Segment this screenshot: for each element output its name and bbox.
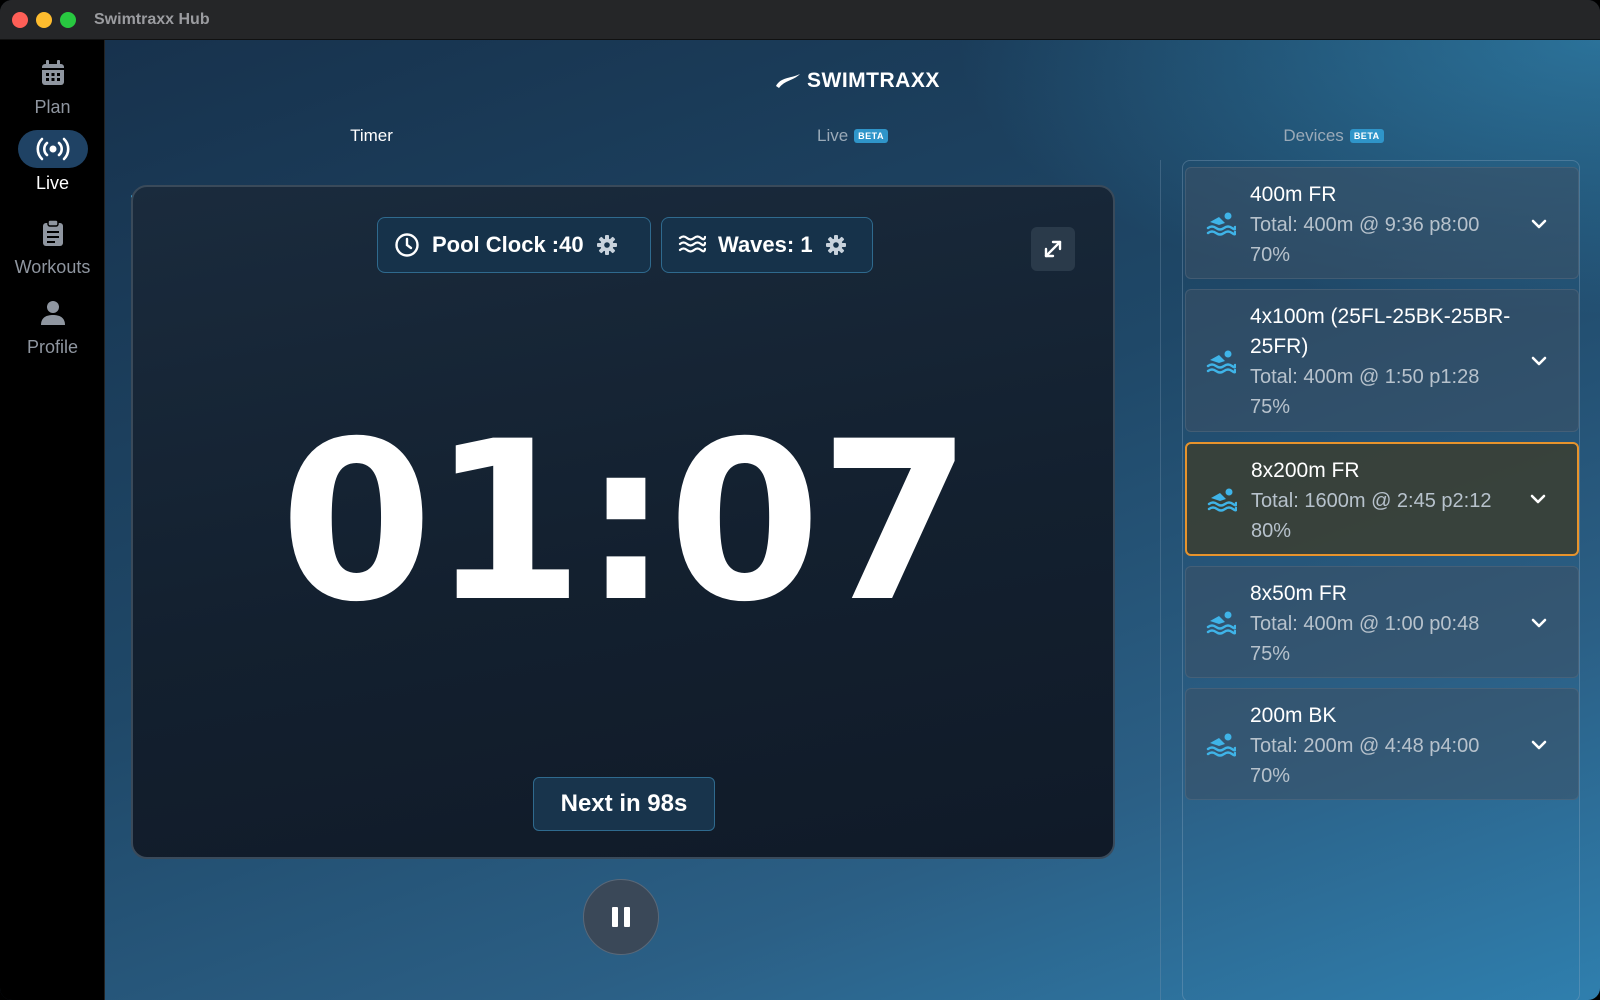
gear-icon[interactable] <box>596 234 618 256</box>
chevron-down-icon[interactable] <box>1529 490 1547 508</box>
swimmer-icon <box>1207 488 1237 512</box>
swimmer-icon <box>1206 611 1236 635</box>
pause-icon-bar <box>612 907 618 927</box>
clock-icon <box>395 233 419 257</box>
workout-set-text: 200m BK Total: 200m @ 4:48 p4:00 70% <box>1250 689 1520 803</box>
sidebar: Plan Live Workouts Profile <box>0 40 105 1000</box>
sidebar-item-label: Workouts <box>14 257 91 277</box>
gear-icon[interactable] <box>825 234 847 256</box>
maximize-window-button[interactable] <box>60 11 76 28</box>
countdown-timer: 01:07 <box>279 394 972 650</box>
broadcast-icon <box>17 130 88 168</box>
panel-divider <box>1160 160 1161 1000</box>
app-window: Swimtraxx Hub Plan Live Workouts Profile… <box>0 0 1600 1000</box>
next-interval-badge: Next in 98s <box>533 777 715 831</box>
clipboard-icon <box>18 214 88 252</box>
workout-set-detail: Total: 200m @ 4:48 p4:00 70% <box>1250 735 1480 787</box>
pool-clock-chip[interactable]: Pool Clock :40 <box>377 217 651 273</box>
sidebar-item-profile[interactable]: Profile <box>0 294 105 370</box>
tab-live[interactable]: Live BETA <box>612 115 1093 157</box>
tab-label: Timer <box>350 126 393 145</box>
workout-set-title: 4x100m (25FL-25BK-25BR-25FR) <box>1250 305 1511 358</box>
tab-label: Live <box>816 126 849 145</box>
minimize-window-button[interactable] <box>36 11 52 28</box>
beta-badge: BETA <box>854 129 889 143</box>
workout-set-title: 400m FR <box>1250 183 1337 206</box>
expand-icon <box>1044 240 1062 258</box>
timer-panel: Pool Clock :40 Waves: 1 01:07 Next in 98… <box>131 185 1115 859</box>
workout-set-item[interactable]: 400m FR Total: 400m @ 9:36 p8:00 70% <box>1185 167 1579 279</box>
workout-set-text: 8x50m FR Total: 400m @ 1:00 p0:48 75% <box>1250 567 1520 681</box>
chevron-down-icon[interactable] <box>1530 736 1548 754</box>
title-bar: Swimtraxx Hub <box>0 0 1600 40</box>
sidebar-item-plan[interactable]: Plan <box>0 54 105 130</box>
workout-set-title: 8x50m FR <box>1250 582 1347 605</box>
sidebar-item-workouts[interactable]: Workouts <box>0 214 105 290</box>
workout-set-item[interactable]: 200m BK Total: 200m @ 4:48 p4:00 70% <box>1185 688 1579 800</box>
pool-clock-label: Pool Clock :40 <box>432 232 584 257</box>
person-icon <box>18 294 88 332</box>
sidebar-item-live[interactable]: Live <box>0 130 105 206</box>
main-content: SWIMTRAXX Timer Live BETA Devices BETA P… <box>105 40 1600 1000</box>
beta-badge: BETA <box>1349 129 1384 143</box>
swimmer-icon <box>1206 212 1236 236</box>
waves-chip[interactable]: Waves: 1 <box>661 217 873 273</box>
chevron-down-icon[interactable] <box>1530 215 1548 233</box>
pause-button[interactable] <box>583 879 659 955</box>
swimtraxx-logo-icon <box>776 74 800 88</box>
workout-set-detail: Total: 400m @ 1:50 p1:28 75% <box>1250 366 1480 418</box>
pause-icon-bar <box>624 907 630 927</box>
sidebar-item-label: Profile <box>26 337 79 357</box>
workout-set-title: 8x200m FR <box>1251 459 1360 482</box>
sidebar-item-label: Plan <box>34 97 71 117</box>
workout-set-text: 8x200m FR Total: 1600m @ 2:45 p2:12 80% <box>1251 444 1521 558</box>
swimmer-icon <box>1206 733 1236 757</box>
workout-set-item-selected[interactable]: 8x200m FR Total: 1600m @ 2:45 p2:12 80% <box>1185 442 1579 556</box>
workout-set-item[interactable]: 8x50m FR Total: 400m @ 1:00 p0:48 75% <box>1185 566 1579 678</box>
window-title: Swimtraxx Hub <box>94 10 210 28</box>
window-controls <box>12 11 76 28</box>
chevron-down-icon[interactable] <box>1530 352 1548 370</box>
fullscreen-button[interactable] <box>1031 227 1075 271</box>
workout-set-text: 4x100m (25FL-25BK-25BR-25FR) Total: 400m… <box>1250 290 1520 434</box>
waves-icon <box>678 235 706 253</box>
calendar-icon <box>18 54 88 92</box>
brand-logo: SWIMTRAXX <box>775 66 940 96</box>
tab-label: Devices <box>1283 126 1344 145</box>
chevron-down-icon[interactable] <box>1530 614 1548 632</box>
workout-set-detail: Total: 1600m @ 2:45 p2:12 80% <box>1251 490 1492 542</box>
workout-set-text: 400m FR Total: 400m @ 9:36 p8:00 70% <box>1250 168 1520 282</box>
brand-wordmark: SWIMTRAXX <box>807 69 940 92</box>
swimmer-icon <box>1206 350 1236 374</box>
workout-set-item[interactable]: 4x100m (25FL-25BK-25BR-25FR) Total: 400m… <box>1185 289 1579 432</box>
workout-set-detail: Total: 400m @ 9:36 p8:00 70% <box>1250 214 1480 266</box>
workout-set-detail: Total: 400m @ 1:00 p0:48 75% <box>1250 613 1480 665</box>
close-window-button[interactable] <box>12 11 28 28</box>
sidebar-item-label: Live <box>35 173 70 193</box>
waves-label: Waves: 1 <box>718 232 813 257</box>
tab-devices[interactable]: Devices BETA <box>1093 115 1574 157</box>
workout-set-title: 200m BK <box>1250 704 1337 727</box>
tab-timer[interactable]: Timer <box>131 115 612 157</box>
workout-set-list: 400m FR Total: 400m @ 9:36 p8:00 70% 4x1… <box>1182 160 1580 1000</box>
